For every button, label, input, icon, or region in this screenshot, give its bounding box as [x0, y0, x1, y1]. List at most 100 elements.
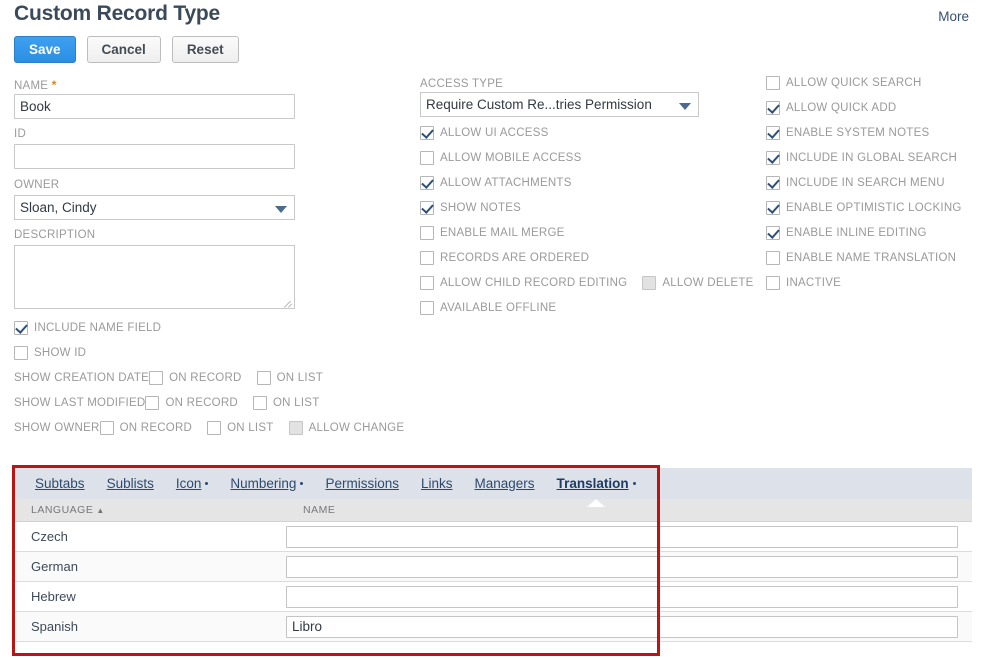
- available-offline-label: AVAILABLE OFFLINE: [440, 302, 557, 314]
- enable-mail-merge-row: ENABLE MAIL MERGE: [420, 226, 565, 240]
- allow-child-record-editing-checkbox[interactable]: [420, 276, 434, 290]
- access-type-select[interactable]: Require Custom Re...tries Permission: [420, 92, 699, 117]
- allow-delete-label: ALLOW DELETE: [662, 277, 754, 289]
- enable-inline-editing-label: ENABLE INLINE EDITING: [786, 227, 927, 239]
- tab-managers[interactable]: Managers: [464, 477, 546, 491]
- tab-sublists[interactable]: Sublists: [96, 477, 165, 491]
- show-notes-checkbox[interactable]: [420, 201, 434, 215]
- allow-quick-add-label: ALLOW QUICK ADD: [786, 102, 897, 114]
- table-row[interactable]: German: [14, 552, 972, 582]
- show-creation-date-row: SHOW CREATION DATE ON RECORD ON LIST: [14, 371, 323, 385]
- enable-optimistic-locking-checkbox[interactable]: [766, 201, 780, 215]
- show-last-modified-label: SHOW LAST MODIFIED: [14, 397, 146, 409]
- enable-inline-editing-checkbox[interactable]: [766, 226, 780, 240]
- sort-ascending-icon: ▲: [96, 506, 105, 515]
- show-notes-label: SHOW NOTES: [440, 202, 522, 214]
- sublist-panel: Subtabs Sublists Icon Numbering Permissions L…: [14, 468, 972, 656]
- allow-quick-search-checkbox[interactable]: [766, 76, 780, 90]
- show-creation-date-on-list-label: ON LIST: [276, 372, 324, 384]
- reset-button[interactable]: Reset: [171, 36, 239, 63]
- show-owner-on-list-checkbox[interactable]: [207, 421, 222, 435]
- show-last-modified-on-list-label: ON LIST: [272, 397, 320, 409]
- show-owner-label: SHOW OWNER: [14, 422, 100, 434]
- tab-label: Icon: [175, 475, 202, 491]
- allow-ui-access-label: ALLOW UI ACCESS: [440, 127, 549, 139]
- table-header-row: LANGUAGE ▲ NAME: [14, 499, 972, 522]
- name-input[interactable]: [14, 94, 295, 119]
- enable-name-translation-row: ENABLE NAME TRANSLATION: [766, 251, 956, 265]
- enable-mail-merge-checkbox[interactable]: [420, 226, 434, 240]
- tab-menu-dot-icon[interactable]: [300, 481, 304, 485]
- sublist-tab-bar: Subtabs Sublists Icon Numbering Permissions L…: [14, 468, 972, 499]
- tab-subtabs[interactable]: Subtabs: [24, 477, 96, 491]
- name-translation-input[interactable]: [286, 615, 958, 638]
- include-name-field-row: INCLUDE NAME FIELD: [14, 321, 161, 335]
- active-tab-caret-icon: [587, 499, 606, 507]
- tab-menu-dot-icon[interactable]: [632, 481, 636, 485]
- name-translation-input[interactable]: [286, 525, 958, 548]
- allow-ui-access-checkbox[interactable]: [420, 126, 434, 140]
- table-row[interactable]: Spanish: [14, 612, 972, 642]
- tab-label: Sublists: [106, 475, 154, 491]
- tab-label: Translation: [556, 475, 629, 491]
- show-last-modified-on-record-label: ON RECORD: [165, 397, 238, 409]
- enable-system-notes-checkbox[interactable]: [766, 126, 780, 140]
- cell-name: [286, 585, 972, 608]
- cell-language: Czech: [31, 529, 68, 544]
- description-textarea[interactable]: [14, 245, 295, 309]
- table-row[interactable]: Czech: [14, 522, 972, 552]
- records-are-ordered-row: RECORDS ARE ORDERED: [420, 251, 589, 265]
- show-creation-date-on-record-label: ON RECORD: [169, 372, 242, 384]
- save-button[interactable]: Save: [14, 36, 76, 63]
- inactive-checkbox[interactable]: [766, 276, 780, 290]
- tab-numbering[interactable]: Numbering: [219, 477, 314, 491]
- tab-links[interactable]: Links: [410, 477, 464, 491]
- show-creation-date-on-list-checkbox[interactable]: [256, 371, 271, 385]
- include-in-global-search-checkbox[interactable]: [766, 151, 780, 165]
- cell-name: [286, 615, 972, 638]
- enable-mail-merge-label: ENABLE MAIL MERGE: [440, 227, 565, 239]
- include-name-field-label: INCLUDE NAME FIELD: [34, 322, 162, 334]
- id-input[interactable]: [14, 144, 295, 169]
- available-offline-checkbox[interactable]: [420, 301, 434, 315]
- enable-name-translation-checkbox[interactable]: [766, 251, 780, 265]
- tab-menu-dot-icon[interactable]: [205, 481, 209, 485]
- allow-attachments-checkbox[interactable]: [420, 176, 434, 190]
- show-id-checkbox[interactable]: [14, 346, 28, 360]
- show-owner-on-list-label: ON LIST: [227, 422, 274, 434]
- cell-language: Hebrew: [31, 589, 76, 604]
- access-type-select-value: Require Custom Re...tries Permission: [426, 97, 652, 112]
- show-owner-on-record-checkbox[interactable]: [99, 421, 114, 435]
- allow-mobile-access-row: ALLOW MOBILE ACCESS: [420, 151, 582, 165]
- allow-mobile-access-checkbox[interactable]: [420, 151, 434, 165]
- description-label: DESCRIPTION: [14, 229, 96, 241]
- show-creation-date-on-record-checkbox[interactable]: [149, 371, 164, 385]
- owner-select[interactable]: Sloan, Cindy: [14, 195, 295, 220]
- cancel-button[interactable]: Cancel: [86, 36, 161, 63]
- show-last-modified-on-list-checkbox[interactable]: [252, 396, 267, 410]
- tab-label: Links: [420, 475, 453, 491]
- name-translation-input[interactable]: [286, 555, 958, 578]
- show-last-modified-on-record-checkbox[interactable]: [145, 396, 160, 410]
- tab-permissions[interactable]: Permissions: [314, 477, 410, 491]
- allow-quick-add-checkbox[interactable]: [766, 101, 780, 115]
- include-name-field-checkbox[interactable]: [14, 321, 28, 335]
- table-row[interactable]: Hebrew: [14, 582, 972, 612]
- enable-system-notes-row: ENABLE SYSTEM NOTES: [766, 126, 929, 140]
- column-header-name[interactable]: NAME: [286, 504, 972, 516]
- records-are-ordered-checkbox[interactable]: [420, 251, 434, 265]
- allow-child-record-editing-label: ALLOW CHILD RECORD EDITING: [440, 277, 628, 289]
- cell-name: [286, 525, 972, 548]
- owner-label: OWNER: [14, 179, 60, 191]
- name-translation-input[interactable]: [286, 585, 958, 608]
- show-id-row: SHOW ID: [14, 346, 86, 360]
- more-link[interactable]: More: [938, 9, 969, 24]
- enable-optimistic-locking-row: ENABLE OPTIMISTIC LOCKING: [766, 201, 962, 215]
- show-id-label: SHOW ID: [34, 347, 87, 359]
- owner-select-value: Sloan, Cindy: [20, 200, 97, 215]
- tab-translation[interactable]: Translation: [546, 477, 647, 491]
- column-header-language[interactable]: LANGUAGE ▲: [14, 504, 286, 516]
- tab-icon[interactable]: Icon: [165, 477, 220, 491]
- include-in-search-menu-checkbox[interactable]: [766, 176, 780, 190]
- include-in-search-menu-label: INCLUDE IN SEARCH MENU: [786, 177, 945, 189]
